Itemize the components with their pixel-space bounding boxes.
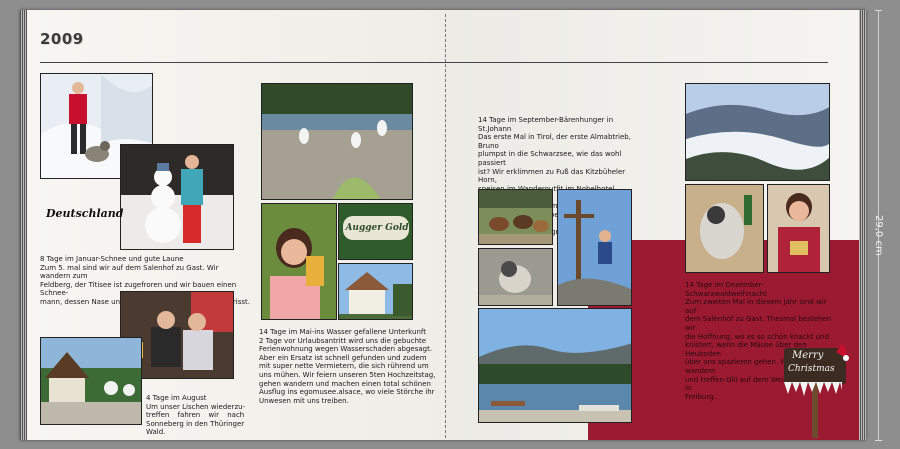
text-line: Unwesen mit uns treiben.	[259, 396, 349, 405]
text-line: Ferienwohnung wegen Wasserschaden abgesa…	[259, 345, 433, 354]
photo-village-house[interactable]	[338, 263, 413, 320]
text-line: Ausflug ins egomusee.alsace, wo viele St…	[259, 388, 435, 397]
photo-snowy-landscape[interactable]	[685, 83, 830, 181]
vertical-ruler: 29,0 cm	[872, 10, 900, 441]
text-line: mit super nette Vermietern, die sich rüh…	[259, 362, 429, 371]
text-line: gehen wandern und machen einen total sch…	[259, 379, 431, 388]
photo-dog-christmas[interactable]	[685, 184, 764, 273]
augger-gold-sign-text: Augger Gold	[345, 223, 409, 233]
merry-christmas-line-1: Merry	[792, 350, 824, 361]
text-line: Um unser Lischen wiederzu-	[146, 402, 246, 411]
photo-storks-park[interactable]	[261, 83, 413, 200]
deutschland-label[interactable]: Deutschland	[46, 207, 124, 220]
text-line: Sonneberg in den Thüringer Wald.	[146, 419, 245, 437]
text-line: 2 Tage vor Urlaubsantritt wird uns die g…	[259, 336, 427, 345]
text-line: Zum 5. mal sind wir auf dem Salenhof zu …	[40, 263, 219, 281]
photo-house-garden[interactable]	[40, 337, 142, 425]
merry-christmas-sign[interactable]: Merry Christmas	[782, 338, 852, 438]
photo-snowman[interactable]	[120, 144, 234, 250]
ruler-dimension-label: 29,0 cm	[873, 215, 884, 256]
text-line: uns mühen. Wir feiern unseren 5ten Hochz…	[259, 370, 436, 379]
text-august[interactable]: 4 Tage im August Um unser Lischen wieder…	[146, 394, 254, 437]
text-line: 8 Tage im Januar-Schnee und gute Laune	[40, 255, 184, 263]
text-line: 14 Tage im Mai-ins Wasser gefallene Unte…	[259, 328, 426, 336]
text-line: 4 Tage im August	[146, 394, 207, 402]
left-page-edge	[20, 10, 27, 440]
text-line: dem Salenhof zu Gast. Thesmal bestehen w…	[685, 315, 832, 332]
photo-summit-cross[interactable]	[557, 189, 632, 306]
text-line: 14 Tage im Dezember-Schwarzwaldweihnacht	[685, 281, 767, 298]
year-heading[interactable]: 2009	[40, 30, 84, 48]
photo-augger-gold-sign[interactable]: Augger Gold	[338, 203, 413, 260]
photo-cattle-drive[interactable]	[478, 189, 553, 245]
text-may[interactable]: 14 Tage im Mai-ins Wasser gefallene Unte…	[259, 328, 437, 405]
merry-christmas-line-2: Christmas	[788, 364, 835, 374]
photo-woman-beer[interactable]	[261, 203, 337, 320]
photo-dog-field[interactable]	[478, 248, 553, 306]
text-line: Zum zweiten Mal in diesem Jahr sind wir …	[685, 298, 827, 315]
header-rule	[40, 62, 828, 63]
text-line: plumpst in die Schwarzsee, wie das wohl …	[478, 150, 622, 167]
page-fold-line	[445, 14, 446, 438]
photo-lake-mountains[interactable]	[478, 308, 632, 423]
text-line: 14 Tage im September-Bärenhunger in St.J…	[478, 116, 614, 133]
photobook-spread[interactable]: 2009 Deutschland 8 Tage im Januar-Schnee…	[20, 10, 866, 440]
photo-woman-gift[interactable]	[767, 184, 830, 273]
text-line: Das erste Mal in Tirol, der erste Almabt…	[478, 133, 631, 150]
text-line: ist? Wir erklimmen zu Fuß das Kitzbühele…	[478, 167, 626, 185]
text-line: treffen fahren wir nach	[146, 411, 245, 420]
right-page-edge	[859, 10, 866, 440]
text-line: Aber ein Ersatz ist schnell gefunden und…	[259, 353, 427, 362]
